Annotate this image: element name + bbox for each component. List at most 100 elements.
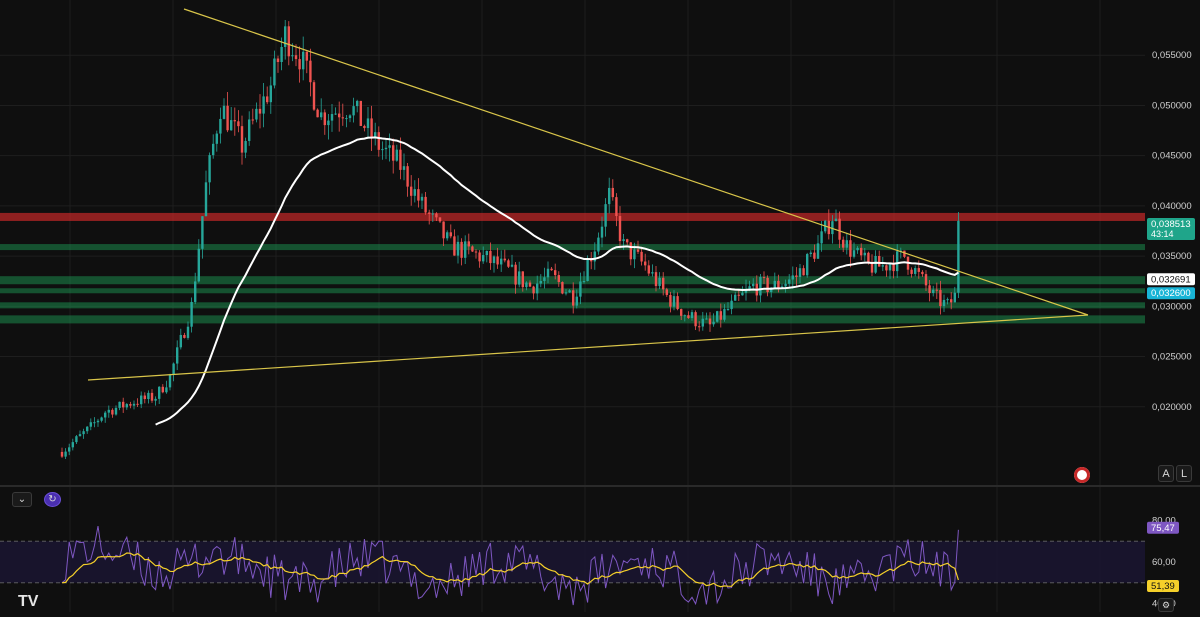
candle-body: [629, 242, 632, 260]
candle-body: [341, 117, 344, 119]
candle-body: [683, 315, 686, 317]
candle-body: [431, 213, 434, 215]
candle-body: [309, 60, 312, 83]
candle-body: [708, 318, 712, 325]
candle-body: [593, 251, 596, 262]
candle-body: [914, 268, 917, 274]
candle-body: [867, 252, 870, 263]
candle-body: [316, 109, 319, 118]
candle-body: [539, 281, 542, 284]
candle-body: [442, 221, 445, 239]
candle-body: [856, 247, 859, 251]
candle-body: [496, 256, 499, 265]
candle-body: [834, 218, 838, 222]
rsi-tick-label: 60,00: [1152, 557, 1176, 568]
auto-scale-button[interactable]: A: [1158, 465, 1174, 482]
candle-body: [428, 212, 431, 214]
log-scale-button[interactable]: L: [1176, 465, 1192, 482]
candle-body: [910, 269, 913, 274]
level-value-tag: 0,032600: [1147, 287, 1195, 300]
candle-body: [269, 85, 272, 103]
candle-body: [204, 182, 208, 217]
candle-body: [143, 395, 146, 400]
candle-body: [107, 409, 110, 413]
candle-body: [600, 226, 604, 238]
candle: [716, 310, 719, 323]
price-tick-label: 0,040000: [1152, 201, 1192, 212]
candle-body: [777, 280, 780, 289]
candle-body: [233, 120, 236, 122]
candle-body: [424, 196, 427, 213]
candle-body: [381, 149, 384, 151]
candle-body: [402, 166, 406, 170]
candle-body: [500, 258, 503, 265]
candle-body: [96, 420, 100, 423]
candle-body: [953, 292, 956, 303]
candle-body: [485, 250, 488, 256]
candle-body: [190, 301, 193, 327]
candle-body: [737, 294, 740, 296]
candle-body: [222, 105, 226, 119]
candle-body: [89, 422, 92, 427]
chart-container[interactable]: 0,055000 0,050000 0,045000 0,040000 0,035000…: [0, 0, 1200, 612]
candle-body: [334, 113, 337, 115]
candle-body: [323, 112, 326, 126]
candle-body: [557, 275, 560, 283]
collapse-pane-button[interactable]: ⌄: [12, 492, 32, 507]
candle-body: [212, 143, 215, 156]
candle-body: [406, 166, 409, 187]
candle-body: [168, 374, 172, 388]
candle-body: [698, 326, 701, 328]
candle-body: [849, 240, 852, 257]
candle-body: [64, 451, 67, 457]
price-tick-label: 0,020000: [1152, 402, 1192, 413]
candle-body: [561, 282, 564, 294]
candle-body: [802, 268, 805, 276]
candle-body: [147, 392, 150, 400]
candle-body: [186, 326, 190, 338]
candle-body: [312, 82, 316, 110]
candle-body: [352, 106, 355, 116]
candle-body: [881, 265, 884, 267]
candle-body: [60, 451, 64, 457]
candle-body: [564, 292, 568, 294]
candle-body: [165, 387, 168, 393]
support-zone: [0, 244, 1145, 251]
candle-body: [111, 409, 114, 415]
flag-icon[interactable]: [1074, 467, 1090, 483]
candle-body: [438, 217, 442, 222]
candle-body: [478, 252, 481, 262]
rsi-value-tag: 75,47: [1147, 521, 1179, 534]
candle-body: [935, 289, 938, 291]
candle-body: [611, 187, 614, 198]
resistance-zone: [0, 212, 1145, 221]
candle-body: [662, 277, 665, 290]
candle: [316, 108, 319, 118]
price-chart[interactable]: 0,055000 0,050000 0,045000 0,040000 0,035000…: [0, 0, 1200, 612]
candle-body: [863, 252, 866, 256]
candle-body: [950, 299, 953, 303]
candle-body: [773, 280, 776, 288]
candle-body: [687, 315, 690, 319]
candle-body: [665, 289, 668, 295]
indicator-settings-icon[interactable]: ↻: [44, 492, 61, 507]
candle-body: [820, 231, 823, 244]
candle-body: [255, 108, 258, 120]
candle-body: [694, 312, 697, 327]
candle: [359, 100, 362, 127]
candle-body: [672, 296, 676, 307]
price-tick-label: 0,055000: [1152, 50, 1192, 61]
candle-body: [618, 216, 622, 242]
candle-body: [140, 395, 143, 405]
candle-body: [719, 311, 722, 320]
candle-body: [194, 281, 197, 302]
scale-settings-button[interactable]: ⚙: [1158, 598, 1174, 612]
candle-body: [798, 268, 802, 277]
candle-body: [114, 407, 118, 415]
candle-body: [676, 296, 679, 310]
ma-value-tag-text: 0,032691: [1151, 274, 1191, 285]
candle-body: [392, 145, 395, 161]
candle-body: [788, 279, 791, 284]
candle-body: [197, 248, 200, 282]
candle: [561, 281, 564, 295]
